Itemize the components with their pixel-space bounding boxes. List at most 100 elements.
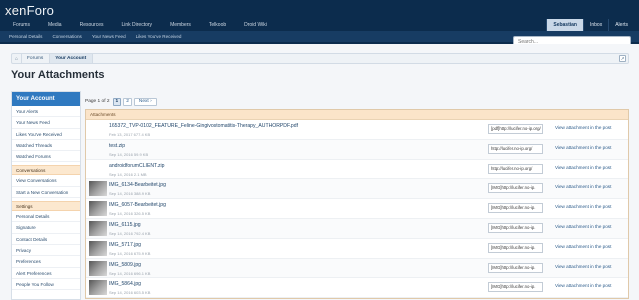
sidebar-heading[interactable]: Your Account — [12, 92, 80, 106]
view-attachment-link[interactable]: View attachment in the post — [555, 165, 611, 170]
attachment-filename[interactable]: IMG_5864.jpg — [109, 281, 141, 287]
nav-tab-link-directory[interactable]: Link Directory — [112, 19, 161, 31]
attachment-row: IMG_5717.jpg Sep 14, 2016 675.9 KB [IMG]ht… — [86, 239, 628, 259]
attachment-bbcode-field[interactable]: [IMG]http://lucifer.no-ip. — [488, 203, 543, 214]
attachments-list: Attachments 165372_TVP-0102_FEATURE_Feli… — [85, 109, 629, 300]
sidebar-section-conversations: Conversations — [12, 165, 80, 176]
view-attachment-link[interactable]: View attachment in the post — [555, 283, 611, 288]
subnav-personal-details[interactable]: Personal Details — [4, 31, 47, 42]
file-placeholder — [89, 122, 107, 137]
sidebar-item-alert-preferences[interactable]: Alert Preferences — [12, 268, 80, 279]
attachment-thumbnail[interactable] — [89, 181, 107, 197]
sidebar-item-watched-threads[interactable]: Watched Threads — [12, 140, 80, 152]
breadcrumb-forums[interactable]: Forums — [22, 54, 51, 63]
attachment-filename[interactable]: IMG_5809.jpg — [109, 262, 141, 268]
nav-tab-forums[interactable]: Forums — [4, 19, 39, 31]
view-attachment-link[interactable]: View attachment in the post — [555, 204, 611, 209]
attachment-thumbnail[interactable] — [89, 260, 107, 276]
page-body: ⌂ Forums Your Account ↗ Your Attachments… — [0, 44, 639, 300]
attachment-row: IMG_5809.jpg Sep 14, 2016 696.1 KB [IMG]ht… — [86, 258, 628, 279]
attachment-thumbnail[interactable] — [89, 201, 107, 217]
sidebar-item-people-you-follow[interactable]: People You Follow — [12, 279, 80, 291]
main-content: Page 1 of 2 1 2 Next › Attachments 16537… — [85, 97, 629, 300]
nav-tab-resources[interactable]: Resources — [71, 19, 113, 31]
attachment-bbcode-field[interactable]: [pdf]http://lucifer.no-ip.org/ — [488, 124, 543, 134]
jump-to-icon[interactable]: ↗ — [619, 55, 626, 62]
attachment-meta: Sep 14, 2016 388.9 KB — [109, 191, 151, 197]
user-menu-sebastian[interactable]: Sebastian — [546, 19, 583, 31]
attachment-thumbnail[interactable] — [89, 280, 107, 296]
page-title: Your Attachments — [11, 69, 105, 81]
next-page-link[interactable]: Next › — [133, 97, 157, 106]
breadcrumb-your-account[interactable]: Your Account — [50, 54, 94, 63]
attachment-filename[interactable]: IMG_6115.jpg — [109, 222, 141, 228]
breadcrumb: ⌂ Forums Your Account ↗ — [11, 53, 629, 64]
attachment-meta: Sep 14, 2016 792.4 KB — [109, 230, 151, 236]
alerts-link[interactable]: Alerts — [608, 19, 634, 31]
sidebar-item-your-alerts[interactable]: Your Alerts — [12, 106, 80, 118]
home-icon[interactable]: ⌂ — [12, 54, 22, 63]
attachment-filename[interactable]: IMG_6057-Bearbeitet.jpg — [109, 202, 166, 208]
page-nav: Page 1 of 2 1 2 Next › — [85, 97, 629, 106]
sidebar-item-news-feed[interactable]: Your News Feed — [12, 117, 80, 129]
attachment-meta: Sep 14, 2016 675.9 KB — [109, 250, 151, 256]
attachment-row: IMG_6134-Bearbeitet.jpg Sep 14, 2016 388.… — [86, 179, 628, 200]
attachment-bbcode-field[interactable]: [IMG]http://lucifer.no-ip. — [488, 262, 543, 273]
page-count: Page 1 of 2 — [85, 99, 110, 104]
sidebar-item-personal-details[interactable]: Personal Details — [12, 211, 80, 223]
sidebar-item-signature[interactable]: Signature — [12, 222, 80, 234]
attachment-bbcode-field[interactable]: [IMG]http://lucifer.no-ip. — [488, 282, 543, 293]
attachment-thumbnail[interactable] — [89, 220, 107, 236]
attachment-bbcode-field[interactable]: [IMG]http://lucifer.no-ip. — [488, 183, 543, 194]
subnav-news-feed[interactable]: Your News Feed — [87, 31, 131, 42]
sidebar-item-preferences[interactable]: Preferences — [12, 256, 80, 268]
attachment-filename[interactable]: IMG_6134-Bearbeitet.jpg — [109, 182, 166, 188]
view-attachment-link[interactable]: View attachment in the post — [555, 184, 611, 189]
view-attachment-link[interactable]: View attachment in the post — [555, 264, 611, 269]
attachment-meta: Feb 13, 2017 677.4 KB — [109, 132, 151, 137]
sidebar-item-view-conversations[interactable]: View Conversations — [12, 175, 80, 187]
sidebar-section-settings: Settings — [12, 201, 80, 212]
attachment-row: 165372_TVP-0102_FEATURE_Feline-Gingivost… — [86, 120, 628, 140]
attachment-row: IMG_6115.jpg Sep 14, 2016 792.4 KB [IMG]ht… — [86, 218, 628, 239]
attachment-filename[interactable]: androidforumCLIENT.zip — [109, 163, 165, 169]
attachment-filename[interactable]: 165372_TVP-0102_FEATURE_Feline-Gingivost… — [109, 123, 298, 129]
nav-tab-media[interactable]: Media — [39, 19, 71, 31]
subnav-conversations[interactable]: Conversations — [47, 31, 86, 42]
page-2-link[interactable]: 2 — [123, 97, 132, 106]
header: xenForo Forums Media Resources Link Dire… — [0, 0, 639, 48]
sidebar-item-likes[interactable]: Likes You've Received — [12, 129, 80, 140]
view-attachment-link[interactable]: View attachment in the post — [555, 145, 611, 150]
nav-tab-telkoob[interactable]: Telkoob — [200, 19, 235, 31]
attachment-meta: Sep 14, 2016 2.1 MB — [109, 171, 147, 177]
attachment-filename[interactable]: test.zip — [109, 143, 125, 149]
attachment-bbcode-field[interactable]: [IMG]http://lucifer.no-ip. — [488, 222, 543, 233]
user-nav: Sebastian Inbox Alerts — [546, 19, 634, 31]
inbox-link[interactable]: Inbox — [582, 19, 608, 31]
subnav-likes[interactable]: Likes You've Received — [131, 31, 187, 42]
view-attachment-link[interactable]: View attachment in the post — [555, 125, 611, 130]
attachment-row: androidforumCLIENT.zip Sep 14, 2016 2.1 M… — [86, 160, 628, 180]
nav-tab-droid-wiki[interactable]: Droid Wiki — [235, 19, 276, 31]
attachment-thumbnail[interactable] — [89, 240, 107, 256]
view-attachment-link[interactable]: View attachment in the post — [555, 224, 611, 229]
nav-tab-members[interactable]: Members — [161, 19, 200, 31]
attachment-meta: Sep 14, 2016 603.5 KB — [109, 290, 151, 296]
xenforo-logo[interactable]: xenForo — [5, 3, 54, 19]
attachment-filename[interactable]: IMG_5717.jpg — [109, 242, 141, 248]
sidebar-item-watched-forums[interactable]: Watched Forums — [12, 151, 80, 163]
attachment-bbcode-field[interactable]: http://lucifer.no-ip.org/ — [488, 143, 543, 154]
attachment-bbcode-field[interactable]: http://lucifer.no-ip.org/ — [488, 163, 543, 174]
sidebar-item-contact-details[interactable]: Contact Details — [12, 234, 80, 245]
page-1-link[interactable]: 1 — [112, 97, 122, 106]
attachment-meta: Sep 14, 2016 696.1 KB — [109, 270, 151, 276]
attachment-bbcode-field[interactable]: [IMG]http://lucifer.no-ip. — [488, 242, 543, 253]
attachment-row: test.zip Sep 14, 2016 59.9 KB http://lucif… — [86, 139, 628, 160]
sidebar-item-start-conversation[interactable]: Start a New Conversation — [12, 187, 80, 199]
sidebar-item-privacy[interactable]: Privacy — [12, 245, 80, 257]
file-placeholder — [89, 162, 107, 177]
file-placeholder — [89, 142, 107, 157]
view-attachment-link[interactable]: View attachment in the post — [555, 244, 611, 249]
attachment-row: IMG_5864.jpg Sep 14, 2016 603.5 KB [IMG]ht… — [86, 278, 628, 299]
attachment-meta: Sep 14, 2016 326.5 KB — [109, 211, 151, 217]
